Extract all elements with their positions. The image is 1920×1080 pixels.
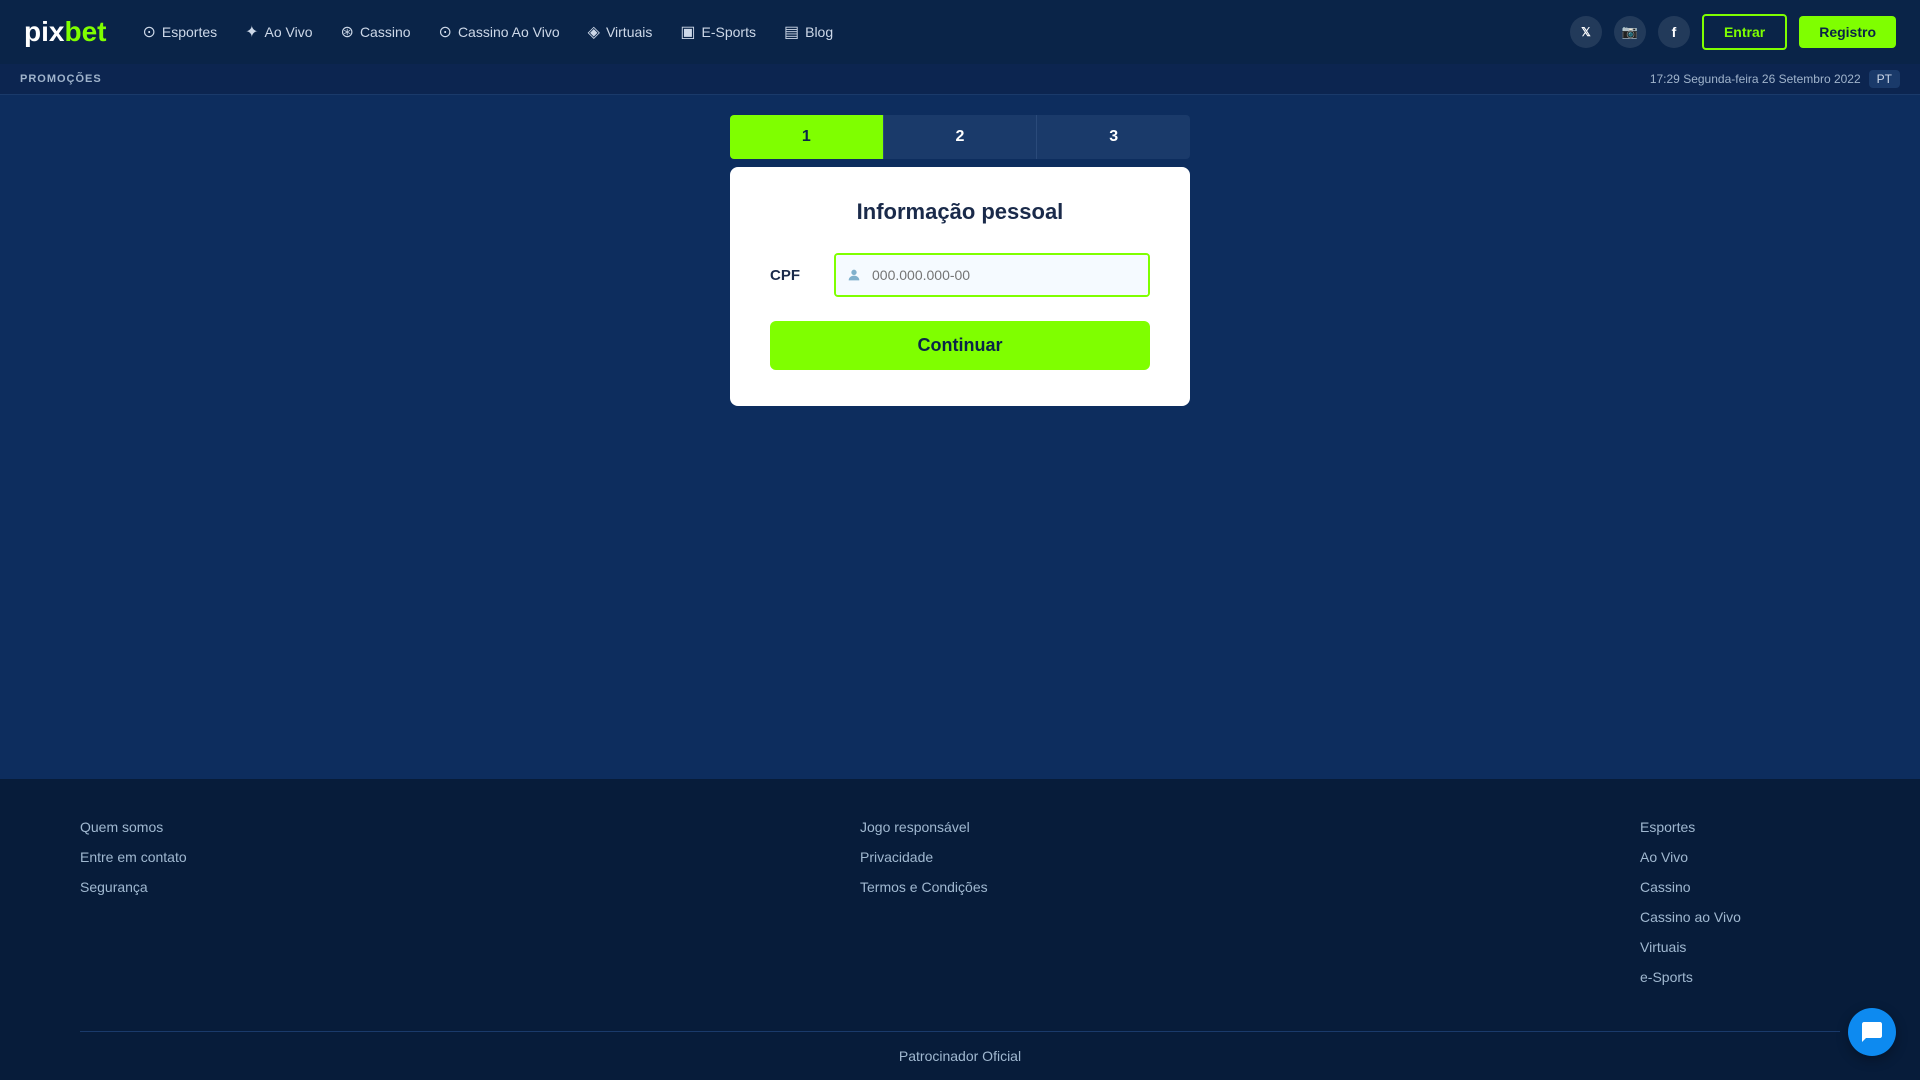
lang-badge[interactable]: PT [1869,70,1900,88]
footer-col-2: Jogo responsável Privacidade Termos e Co… [860,819,1060,999]
steps-container: 1 2 3 [730,115,1190,159]
footer-link-quem-somos[interactable]: Quem somos [80,819,280,835]
footer-link-e-sports[interactable]: e-Sports [1640,969,1840,985]
virtuais-icon: ◈ [588,22,600,42]
nav-cassino-label: Cassino [360,24,411,40]
footer-col-1: Quem somos Entre em contato Segurança [80,819,280,999]
chat-button[interactable] [1848,1008,1896,1056]
instagram-icon[interactable]: 📷 [1614,16,1646,48]
nav-ao-vivo[interactable]: ✦ Ao Vivo [233,16,324,48]
datetime: 17:29 Segunda-feira 26 Setembro 2022 [1650,72,1861,86]
nav-ao-vivo-label: Ao Vivo [265,24,313,40]
blog-icon: ▤ [784,22,799,42]
nav-esportes[interactable]: ⊙ Esportes [130,16,229,48]
promo-label: PROMOÇÕES [20,73,102,85]
nav-virtuais[interactable]: ◈ Virtuais [576,16,665,48]
entrar-button[interactable]: Entrar [1702,14,1787,50]
patrocinador-label: Patrocinador Oficial [899,1048,1021,1064]
footer-link-termos[interactable]: Termos e Condições [860,879,1060,895]
step-2[interactable]: 2 [883,115,1037,159]
user-icon [836,255,872,295]
footer-link-contato[interactable]: Entre em contato [80,849,280,865]
footer-col-3: Esportes Ao Vivo Cassino Cassino ao Vivo… [1640,819,1840,999]
cassino-ao-vivo-icon: ⊙ [439,22,452,42]
nav-e-sports-label: E-Sports [702,24,756,40]
twitter-icon[interactable]: 𝕏 [1570,16,1602,48]
cpf-input-wrapper [834,253,1150,297]
nav-virtuais-label: Virtuais [606,24,652,40]
footer-link-cassino[interactable]: Cassino [1640,879,1840,895]
cassino-icon: ⊛ [341,22,354,42]
cpf-row: CPF [770,253,1150,297]
logo-pix: pix [24,16,64,48]
footer-link-virtuais[interactable]: Virtuais [1640,939,1840,955]
e-sports-icon: ▣ [680,22,695,42]
nav-cassino-ao-vivo-label: Cassino Ao Vivo [458,24,560,40]
nav-blog-label: Blog [805,24,833,40]
step-3[interactable]: 3 [1036,115,1190,159]
form-card: Informação pessoal CPF Continuar [730,167,1190,406]
logo[interactable]: pixbet [24,16,106,48]
facebook-icon[interactable]: f [1658,16,1690,48]
form-title: Informação pessoal [770,199,1150,225]
footer-link-jogo-responsavel[interactable]: Jogo responsável [860,819,1060,835]
continuar-button[interactable]: Continuar [770,321,1150,370]
header-right: 𝕏 📷 f Entrar Registro [1570,14,1896,50]
footer: Quem somos Entre em contato Segurança Jo… [0,779,1920,1080]
footer-link-privacidade[interactable]: Privacidade [860,849,1060,865]
logo-bet: bet [64,16,106,48]
esportes-icon: ⊙ [142,22,155,42]
registro-button[interactable]: Registro [1799,16,1896,48]
footer-link-esportes[interactable]: Esportes [1640,819,1840,835]
footer-link-ao-vivo[interactable]: Ao Vivo [1640,849,1840,865]
datetime-lang: 17:29 Segunda-feira 26 Setembro 2022 PT [1650,70,1900,88]
footer-link-seguranca[interactable]: Segurança [80,879,280,895]
ao-vivo-icon: ✦ [245,22,258,42]
nav-cassino[interactable]: ⊛ Cassino [329,16,423,48]
nav-e-sports[interactable]: ▣ E-Sports [668,16,768,48]
step-1[interactable]: 1 [730,115,883,159]
nav-cassino-ao-vivo[interactable]: ⊙ Cassino Ao Vivo [427,16,572,48]
footer-bottom: Patrocinador Oficial [80,1031,1840,1080]
cpf-input[interactable] [872,255,1148,295]
cpf-label: CPF [770,267,818,284]
footer-link-cassino-ao-vivo[interactable]: Cassino ao Vivo [1640,909,1840,925]
promo-bar: PROMOÇÕES 17:29 Segunda-feira 26 Setembr… [0,64,1920,95]
main-content: 1 2 3 Informação pessoal CPF Continuar [0,95,1920,779]
nav-esportes-label: Esportes [162,24,217,40]
nav-blog[interactable]: ▤ Blog [772,16,845,48]
footer-cols: Quem somos Entre em contato Segurança Jo… [80,819,1840,1031]
main-nav: ⊙ Esportes ✦ Ao Vivo ⊛ Cassino ⊙ Cassino… [130,16,1562,48]
